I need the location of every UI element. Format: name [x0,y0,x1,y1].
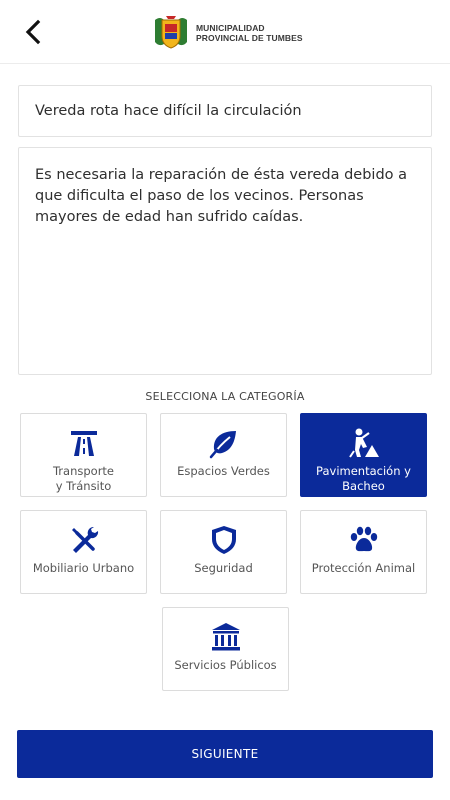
building-columns-icon [211,623,240,651]
paw-icon [350,526,377,552]
road-worker-icon [348,428,379,458]
title-input[interactable]: Vereda rota hace difícil la circulación [18,85,432,137]
shield-icon [211,526,236,554]
logo-line2: PROVINCIAL DE TUMBES [196,32,303,43]
category-proteccion-animal[interactable]: Protección Animal [300,510,427,594]
category-label: Servicios Públicos [174,658,277,672]
next-button-label: SIGUIENTE [191,747,259,761]
category-label-line1: Transporte [52,464,115,478]
category-label: Mobiliario Urbano [32,561,135,575]
next-button[interactable]: SIGUIENTE [17,730,433,778]
description-textarea[interactable]: Es necesaria la reparación de ésta vered… [18,147,432,375]
crest-icon [155,16,187,49]
category-label: Espacios Verdes [177,464,270,478]
back-arrow-icon[interactable] [18,16,50,48]
category-label: Seguridad [194,561,253,575]
category-seguridad[interactable]: Seguridad [160,510,287,594]
category-label-line2: Bacheo [342,479,385,493]
category-section-label: SELECCIONA LA CATEGORÍA [145,390,305,403]
tools-icon [71,526,98,553]
category-transporte[interactable]: Transporte y Tránsito [20,413,147,497]
road-icon [70,431,97,456]
category-label: Protección Animal [311,561,416,575]
category-label-line1: Pavimentación y [316,464,411,478]
municipality-logo: MUNICIPALIDAD PROVINCIAL DE TUMBES [152,14,322,50]
description-value: Es necesaria la reparación de ésta vered… [35,167,408,225]
logo-text: MUNICIPALIDAD PROVINCIAL DE TUMBES [196,23,303,43]
category-label-line2: y Tránsito [55,479,112,493]
category-pavimentacion-selected[interactable]: Pavimentación y Bacheo [300,413,427,497]
leaf-icon [209,431,236,459]
category-espacios-verdes[interactable]: Espacios Verdes [160,413,287,497]
category-servicios-publicos[interactable]: Servicios Públicos [162,607,289,691]
app-header: MUNICIPALIDAD PROVINCIAL DE TUMBES [0,0,450,64]
title-input-value: Vereda rota hace difícil la circulación [35,103,302,119]
category-mobiliario-urbano[interactable]: Mobiliario Urbano [20,510,147,594]
